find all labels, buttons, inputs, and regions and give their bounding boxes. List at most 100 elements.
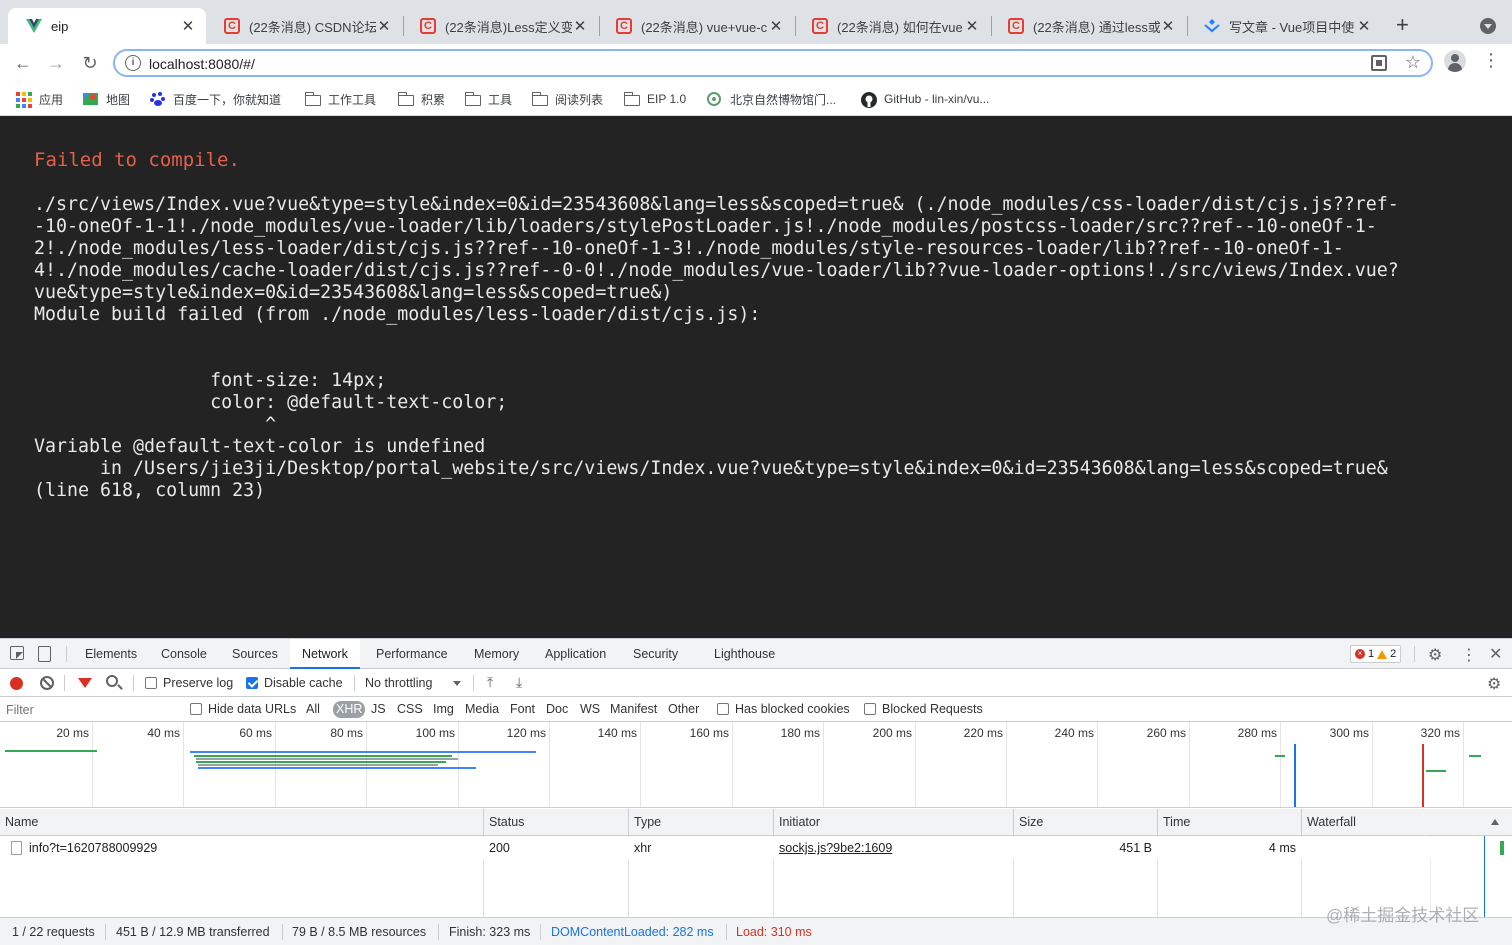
device-toolbar-icon[interactable] [38,646,51,662]
tab-juejin-write[interactable]: 写文章 - Vue项目中使 ✕ [1186,8,1382,44]
url-text[interactable]: localhost:8080/#/ [149,56,255,72]
filter-type-manifest[interactable]: Manifest [608,701,659,718]
filter-icon[interactable] [78,678,92,688]
tab-network[interactable]: Network [290,639,360,669]
filter-type-xhr[interactable]: XHR [333,701,366,718]
address-bar[interactable]: i localhost:8080/#/ ☆ [113,49,1433,77]
tab-close-icon[interactable]: ✕ [376,17,392,35]
tab-close-icon[interactable]: ✕ [1356,17,1372,35]
column-time[interactable]: Time [1158,809,1302,836]
tab-sources[interactable]: Sources [230,639,280,669]
blocked-requests-checkbox[interactable]: Blocked Requests [864,701,983,717]
new-tab-button[interactable]: + [1396,14,1409,36]
bookmark-folder-tools[interactable]: 工具 [464,90,512,108]
devtools-close-icon[interactable]: ✕ [1489,644,1502,664]
bookmark-baidu[interactable]: 百度一下，你就知道 [150,90,281,108]
bookmark-maps[interactable]: 地图 [83,90,130,108]
column-waterfall[interactable]: Waterfall [1302,809,1512,836]
tab-csdn-how-in-vue[interactable]: C (22条消息) 如何在vue ✕ [794,8,990,44]
filter-type-media[interactable]: Media [463,701,501,718]
tab-console[interactable]: Console [159,639,209,669]
filter-input[interactable] [2,700,176,719]
initiator-link[interactable]: sockjs.js?9be2:1609 [774,837,1013,859]
record-icon[interactable] [10,677,23,690]
checkbox-label: Has blocked cookies [735,702,850,716]
tab-csdn-less-variables[interactable]: C (22条消息)Less定义变 ✕ [402,8,598,44]
museum-icon [707,92,723,106]
table-row[interactable]: info?t=1620788009929 200 xhr sockjs.js?9… [0,837,1512,859]
bookmark-github[interactable]: GitHub - lin-xin/vu... [861,90,989,108]
bookmark-apps[interactable]: 应用 [16,90,63,108]
chevron-down-icon[interactable] [453,681,461,686]
bookmark-folder-work-tools[interactable]: 工作工具 [304,90,376,108]
import-har-icon[interactable]: ⤒ [487,674,493,691]
browser-menu-icon[interactable]: ⋮ [1482,51,1500,69]
sort-ascending-icon[interactable] [1491,819,1499,825]
column-status[interactable]: Status [484,809,629,836]
preserve-log-checkbox[interactable]: Preserve log [145,675,233,691]
network-settings-icon[interactable]: ⚙ [1487,674,1501,694]
clear-icon[interactable] [40,676,54,690]
checkbox-label: Disable cache [264,676,343,690]
filter-type-js[interactable]: JS [369,701,388,718]
compile-error-overlay: Failed to compile. ./src/views/Index.vue… [0,116,1512,638]
inspect-element-icon[interactable] [10,646,24,660]
filter-type-css[interactable]: CSS [395,701,425,718]
filter-type-font[interactable]: Font [508,701,537,718]
tab-close-icon[interactable]: ✕ [964,17,980,35]
devtools-settings-icon[interactable]: ⚙ [1428,645,1442,665]
browser-toolbar: ← → ↻ i localhost:8080/#/ ☆ [0,44,1512,82]
tab-search-icon[interactable] [1480,18,1496,34]
bookmark-folder-eip[interactable]: EIP 1.0 [623,90,686,108]
tab-application[interactable]: Application [543,639,608,669]
reload-button[interactable]: ↻ [77,50,103,76]
waterfall-dcl-line [1484,836,1485,917]
filter-type-ws[interactable]: WS [578,701,602,718]
tab-security[interactable]: Security [631,639,680,669]
tab-elements[interactable]: Elements [83,639,139,669]
bookmark-folder-reading-list[interactable]: 阅读列表 [531,90,603,108]
tab-close-icon[interactable]: ✕ [180,17,196,35]
bookmark-star-icon[interactable]: ☆ [1405,52,1421,73]
site-info-icon[interactable]: i [125,55,141,71]
filter-type-other[interactable]: Other [666,701,701,718]
back-button[interactable]: ← [10,50,36,76]
tab-csdn-forum[interactable]: C (22条消息) CSDN论坛 ✕ [206,8,402,44]
filter-type-doc[interactable]: Doc [544,701,570,718]
search-icon[interactable] [106,675,118,687]
column-type[interactable]: Type [629,809,774,836]
tab-close-icon[interactable]: ✕ [572,17,588,35]
tab-lighthouse[interactable]: Lighthouse [712,639,777,669]
profile-avatar-icon[interactable] [1444,50,1466,72]
hide-data-urls-checkbox[interactable]: Hide data URLs [190,701,296,717]
tab-close-icon[interactable]: ✕ [1160,17,1176,35]
network-overview-timeline[interactable]: 20 ms 40 ms 60 ms 80 ms 100 ms 120 ms 140 ms 16… [0,722,1512,808]
tab-eip[interactable]: eip ✕ [8,8,206,44]
column-name[interactable]: Name [0,809,484,836]
tab-close-icon[interactable]: ✕ [768,17,784,35]
tab-performance[interactable]: Performance [374,639,450,669]
has-blocked-cookies-checkbox[interactable]: Has blocked cookies [717,701,850,717]
forward-button[interactable]: → [43,50,69,76]
tab-title: (22条消息) 如何在vue [837,19,963,35]
tab-csdn-vue-cli[interactable]: C (22条消息) vue+vue-c ✕ [598,8,794,44]
column-initiator[interactable]: Initiator [774,809,1014,836]
bookmark-folder-accumulate[interactable]: 积累 [397,90,445,108]
qr-code-icon[interactable] [1371,55,1387,71]
issues-badge[interactable]: × 1 2 [1350,645,1402,663]
csdn-c-icon: C [1008,18,1024,34]
export-har-icon[interactable]: ⤓ [516,674,522,691]
disable-cache-checkbox[interactable]: Disable cache [246,675,343,691]
tab-csdn-via-less[interactable]: C (22条消息) 通过less或 ✕ [990,8,1186,44]
tab-memory[interactable]: Memory [472,639,521,669]
bookmark-museum[interactable]: 北京自然博物馆门... [707,90,836,108]
throttling-select[interactable]: No throttling [365,675,432,691]
column-size[interactable]: Size [1014,809,1158,836]
overview-tick-label: 40 ms [147,726,180,740]
devtools-panel: Elements Console Sources Network Perform… [0,638,1512,945]
filter-type-img[interactable]: Img [431,701,456,718]
baidu-icon [150,92,166,106]
devtools-more-icon[interactable]: ⋮ [1461,645,1477,665]
overview-tick-label: 220 ms [963,726,1003,740]
filter-type-all[interactable]: All [304,701,322,718]
